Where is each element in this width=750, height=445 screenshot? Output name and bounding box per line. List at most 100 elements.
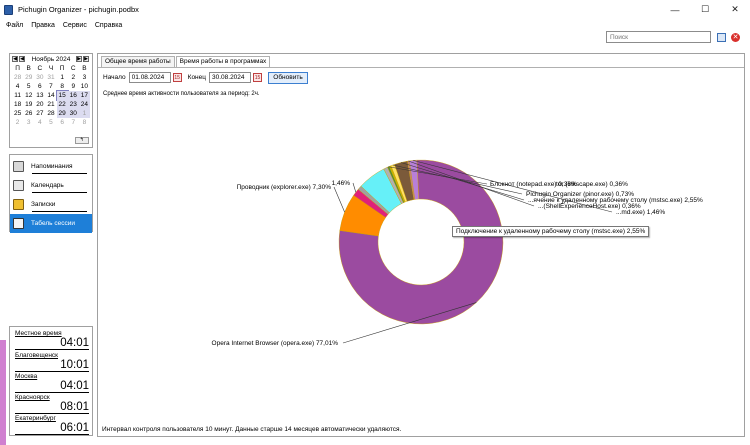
slice-label: Opera Internet Browser (opera.exe) 77,01…: [212, 340, 339, 347]
calendar-day[interactable]: 14: [45, 91, 56, 100]
calendar-day[interactable]: 7: [45, 82, 56, 91]
menu-bar: Файл Правка Сервис Справка: [0, 19, 750, 31]
calendar-weekday: С: [70, 65, 76, 72]
calendar-day[interactable]: 1: [57, 73, 68, 82]
calendar-day[interactable]: 29: [56, 109, 68, 118]
menu-service[interactable]: Сервис: [63, 22, 87, 29]
calendar-day[interactable]: 12: [23, 91, 34, 100]
calendar-day[interactable]: 30: [67, 109, 79, 118]
clock-time: 04:01: [15, 380, 89, 393]
calendar-day[interactable]: 19: [23, 100, 34, 109]
prev-year-icon[interactable]: ◀: [12, 56, 18, 62]
window-title: Pichugin Organizer - pichugin.podbx: [18, 5, 139, 14]
calendar-day[interactable]: 30: [34, 73, 45, 82]
calendar-weekday: П: [59, 65, 65, 72]
calendar-day[interactable]: 3: [23, 118, 34, 127]
calendar-day[interactable]: 4: [34, 118, 45, 127]
menu-help[interactable]: Справка: [95, 22, 122, 29]
toolbar: ✕: [0, 31, 750, 47]
calendar-day[interactable]: 25: [12, 109, 23, 118]
calendar-day[interactable]: 31: [45, 73, 56, 82]
slice-label: Проводник (explorer.exe) 7,30%: [237, 184, 332, 191]
notes-icon: [13, 199, 24, 210]
calendar-weekday: С: [37, 65, 43, 72]
calendar-day[interactable]: 16: [67, 91, 79, 100]
chart-tooltip: Подключение к удаленному рабочему столу …: [452, 226, 650, 237]
clock-time: 06:01: [15, 422, 89, 435]
menu-file[interactable]: Файл: [6, 22, 23, 29]
calendar-day[interactable]: 28: [12, 73, 23, 82]
session-table-icon: [13, 218, 24, 229]
maximize-button[interactable]: ☐: [690, 0, 720, 19]
calendar-day[interactable]: 9: [68, 82, 79, 91]
clock-krasnoyarsk: Красноярск 08:01: [15, 394, 89, 414]
calendar-grid: П В С Ч П С В 28 29 30 31 1 2 3 4 5 6 7 8 9 10 11 12 13 14 15 16 17…: [10, 64, 92, 127]
clock-local: Местное время 04:01: [15, 330, 89, 350]
minimize-button[interactable]: —: [660, 0, 690, 19]
calendar-weekday: В: [82, 65, 87, 72]
calendar-day[interactable]: 2: [68, 73, 79, 82]
calendar-day[interactable]: 7: [68, 118, 79, 127]
next-month-icon[interactable]: ▶: [76, 56, 82, 62]
clock-time: 10:01: [15, 359, 89, 372]
today-button[interactable]: ↰: [75, 137, 89, 144]
calendar-day[interactable]: 28: [45, 109, 56, 118]
menu-edit[interactable]: Правка: [31, 22, 55, 29]
clock-city: Красноярск: [15, 394, 50, 401]
clock-yekaterinburg: Екатеринбург 06:01: [15, 415, 89, 435]
calendar-day[interactable]: 11: [12, 91, 23, 100]
calendar-day[interactable]: 13: [34, 91, 45, 100]
calendar-day[interactable]: 5: [45, 118, 56, 127]
reminders-icon: [13, 161, 24, 172]
nav-label: Напоминания: [31, 163, 73, 170]
calendar-day[interactable]: 2: [12, 118, 23, 127]
next-year-icon[interactable]: ▶: [83, 56, 89, 62]
calendar-day[interactable]: 18: [12, 100, 23, 109]
calendar-day[interactable]: 22: [56, 100, 68, 109]
slice-label: 1,46%: [332, 180, 351, 187]
nav-label: Табель сессии: [31, 220, 75, 227]
title-bar: Pichugin Organizer - pichugin.podbx — ☐ …: [0, 0, 750, 19]
calendar-day[interactable]: 29: [23, 73, 34, 82]
nav-item-reminders[interactable]: Напоминания: [10, 157, 92, 176]
nav-item-calendar[interactable]: Календарь: [10, 176, 92, 195]
main-content: Общее время работы Время работы в програ…: [97, 53, 745, 437]
close-button[interactable]: ✕: [720, 0, 750, 19]
app-icon: [4, 4, 13, 15]
mini-calendar: ◀ ◀ Ноябрь 2024 ▶ ▶ П В С Ч П С В 28 29 30 31 1 2 3 4 5…: [9, 53, 93, 148]
calendar-month: Ноябрь 2024: [31, 55, 71, 63]
search-input[interactable]: [606, 31, 711, 43]
calendar-day[interactable]: 8: [57, 82, 68, 91]
nav-label: Календарь: [31, 182, 64, 189]
calendar-day[interactable]: 21: [45, 100, 56, 109]
prev-month-icon[interactable]: ◀: [19, 56, 25, 62]
clock-blagoveshchensk: Благовещенск 10:01: [15, 352, 89, 372]
calendar-day[interactable]: 17: [78, 91, 90, 100]
slice-label: tor (inkscape.exe) 0,36%: [556, 181, 628, 188]
calendar-day[interactable]: 3: [79, 73, 90, 82]
calendar-day[interactable]: 27: [34, 109, 45, 118]
calendar-day[interactable]: 24: [78, 100, 90, 109]
clock-moscow: Москва 04:01: [15, 373, 89, 393]
calendar-day[interactable]: 4: [12, 82, 23, 91]
calendar-day[interactable]: 20: [34, 100, 45, 109]
calendar-day[interactable]: 6: [57, 118, 68, 127]
slice-leader-line: [333, 186, 345, 213]
nav-item-notes[interactable]: Записки: [10, 195, 92, 214]
exit-icon[interactable]: ✕: [731, 33, 740, 42]
calendar-day[interactable]: 5: [23, 82, 34, 91]
calendar-day[interactable]: 15: [55, 90, 69, 101]
calendar-day[interactable]: 1: [78, 109, 90, 118]
calendar-day[interactable]: 8: [79, 118, 90, 127]
clock-city: Местное время: [15, 330, 62, 337]
calendar-day[interactable]: 26: [23, 109, 34, 118]
calendar-weekday: П: [15, 65, 20, 72]
nav-item-session-table[interactable]: Табель сессии: [10, 214, 92, 233]
calendar-weekday: В: [26, 65, 31, 72]
calendar-day[interactable]: 23: [67, 100, 79, 109]
calendar-day[interactable]: 6: [34, 82, 45, 91]
window-list-icon[interactable]: [717, 33, 726, 42]
clock-city: Благовещенск: [15, 352, 59, 359]
footer-note: Интервал контроля пользователя 10 минут.…: [102, 426, 402, 433]
calendar-day[interactable]: 10: [79, 82, 90, 91]
